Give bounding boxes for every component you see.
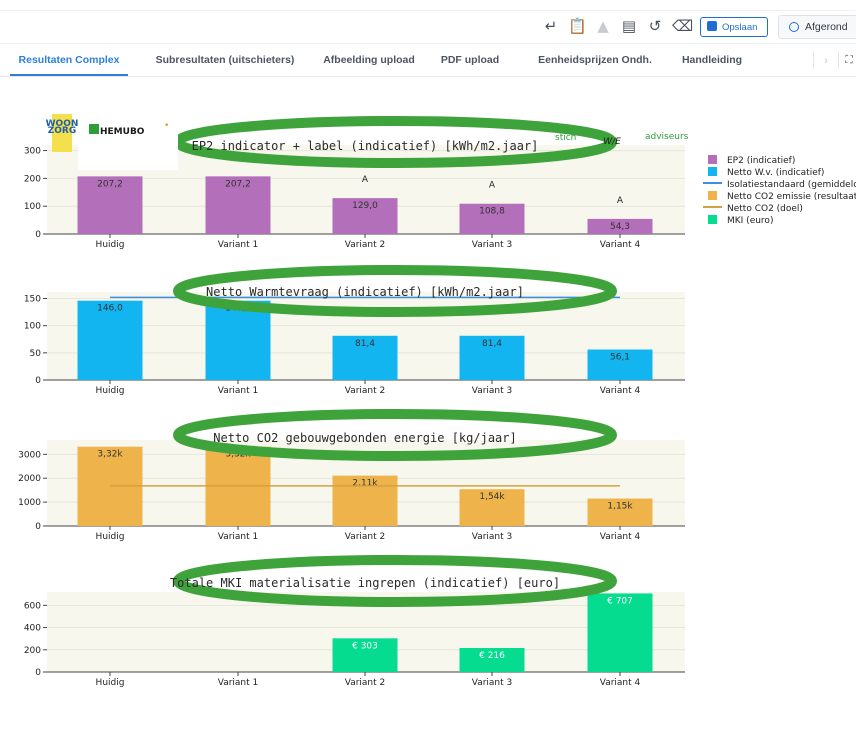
x-tick-label: Huidig [96,532,125,542]
y-tick-label: 0 [35,522,41,532]
data-label: 56,1 [610,353,630,363]
x-tick-label: Variant 2 [345,240,386,250]
data-label: 207,2 [97,179,123,189]
y-tick-label: 0 [35,230,41,240]
legend-swatch [708,215,717,224]
legend-label: Isolatiestandaard (gemiddeld) [727,180,856,190]
we-logo-text: W/E [603,137,621,147]
legend-label: MKI (euro) [727,216,773,226]
x-tick-label: Variant 2 [345,678,386,688]
y-tick-label: 1000 [18,498,41,508]
we-logo-prefix: stich [555,133,576,143]
y-tick-label: 300 [24,147,41,157]
x-tick-label: Variant 2 [345,386,386,396]
x-tick-label: Variant 3 [472,678,513,688]
data-label: 207,2 [225,179,251,189]
y-tick-label: 400 [24,624,41,634]
data-label: 54,3 [610,222,630,232]
x-tick-label: Variant 2 [345,532,386,542]
x-tick-label: Huidig [96,678,125,688]
y-tick-label: 0 [35,376,41,386]
x-tick-label: Variant 3 [472,240,513,250]
data-label: € 216 [479,651,505,661]
legend-label: Netto CO2 (doel) [727,204,803,214]
data-label: 108,8 [479,207,505,217]
y-tick-label: 2000 [18,474,41,484]
x-tick-label: Variant 4 [600,240,641,250]
x-tick-label: Variant 1 [218,532,259,542]
data-label: 129,0 [352,201,378,211]
energy-label: A [617,196,624,206]
data-label: 2,11k [352,479,378,489]
legend-swatch [708,167,717,176]
data-label: 1,54k [479,492,505,502]
x-tick-label: Huidig [96,240,125,250]
y-tick-label: 100 [24,202,41,212]
x-tick-label: Variant 4 [600,386,641,396]
energy-label: A [489,181,496,191]
y-tick-label: 200 [24,174,41,184]
chart-title: Totale MKI materialisatie ingrepen (indi… [170,576,560,590]
chart-title: Netto Warmtevraag (indicatief) [kWh/m2.j… [206,285,524,299]
charts-canvas: 0100200300207,2CHuidig207,2CVariant 1129… [18,114,856,688]
x-tick-label: Variant 1 [218,678,259,688]
hemubo-logo-dot: • [164,121,169,131]
energy-label: A [362,175,369,185]
legend-label: EP2 (indicatief) [727,156,795,166]
data-label: 3,32k [97,450,123,460]
we-logo-suffix: adviseurs [645,132,689,142]
woonzorg-logo-text: ZORG [48,126,77,136]
x-tick-label: Variant 4 [600,678,641,688]
y-tick-label: 100 [24,322,41,332]
x-tick-label: Variant 1 [218,386,259,396]
x-tick-label: Variant 4 [600,532,641,542]
chart-title: EP2 indicator + label (indicatief) [kWh/… [192,139,539,153]
legend-swatch [708,191,717,200]
legend-swatch [708,155,717,164]
y-tick-label: 200 [24,646,41,656]
data-label: 81,4 [482,339,502,349]
x-tick-label: Variant 3 [472,386,513,396]
data-label: 81,4 [355,339,375,349]
hemubo-logo-text: HEMUBO [100,127,145,137]
data-label: € 303 [352,641,378,651]
data-label: 1,15k [607,502,633,512]
legend-label: Netto W.v. (indicatief) [727,168,824,178]
y-tick-label: 150 [24,295,41,305]
y-tick-label: 50 [30,349,42,359]
y-tick-label: 0 [35,668,41,678]
legend-label: Netto CO2 emissie (resultaat) [727,192,856,202]
data-label: € 707 [607,596,633,606]
y-tick-label: 3000 [18,450,41,460]
x-tick-label: Huidig [96,386,125,396]
data-label: 146,0 [97,304,123,314]
chart-title: Netto CO2 gebouwgebonden energie [kg/jaa… [213,431,516,445]
hemubo-logo-mark [89,124,99,134]
x-tick-label: Variant 3 [472,532,513,542]
y-tick-label: 600 [24,601,41,611]
x-tick-label: Variant 1 [218,240,259,250]
